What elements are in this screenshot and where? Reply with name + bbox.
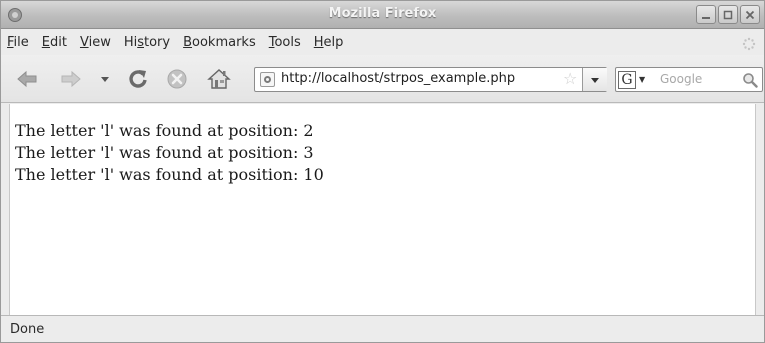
url-dropdown-button[interactable]	[582, 68, 607, 91]
chevron-down-icon	[591, 77, 599, 83]
menu-bookmarks[interactable]: Bookmarks	[183, 33, 256, 52]
minimize-icon	[702, 16, 710, 19]
page-content: The letter 'l' was found at position: 2 …	[9, 104, 756, 315]
back-button[interactable]	[15, 68, 39, 90]
maximize-icon	[723, 10, 733, 19]
url-input[interactable]: http://localhost/strpos_example.php	[281, 71, 515, 86]
forward-button[interactable]	[59, 68, 83, 90]
menu-tools[interactable]: Tools	[269, 33, 301, 52]
search-go-button[interactable]	[742, 72, 758, 92]
menu-edit[interactable]: Edit	[42, 33, 67, 52]
reload-icon	[129, 70, 147, 88]
star-icon[interactable]: ☆	[563, 71, 577, 87]
menu-bar: File Edit View History Bookmarks Tools H…	[1, 30, 764, 55]
reload-button[interactable]	[126, 68, 150, 90]
page-favicon-icon	[260, 72, 275, 87]
browser-window: Mozilla Firefox File Edit View History B…	[0, 0, 765, 343]
history-dropdown-button[interactable]	[98, 68, 112, 90]
google-icon: G	[618, 70, 636, 89]
forward-arrow-icon	[61, 70, 81, 88]
stop-button[interactable]	[165, 68, 189, 90]
title-bar[interactable]: Mozilla Firefox	[1, 1, 764, 29]
stop-icon	[167, 69, 187, 89]
search-engine-button[interactable]: G ▼	[618, 69, 654, 90]
maximize-button[interactable]	[718, 5, 738, 24]
close-button[interactable]	[740, 5, 760, 24]
menu-help[interactable]: Help	[314, 33, 344, 52]
menu-file[interactable]: File	[7, 33, 29, 52]
output-line: The letter 'l' was found at position: 10	[15, 165, 324, 184]
home-icon	[207, 69, 231, 89]
output-line: The letter 'l' was found at position: 2	[15, 121, 314, 140]
close-icon	[745, 10, 755, 19]
navigation-toolbar: http://localhost/strpos_example.php ☆ G …	[1, 55, 764, 103]
status-text: Done	[10, 322, 45, 337]
chevron-down-icon: ▼	[639, 75, 646, 84]
menu-view[interactable]: View	[80, 33, 111, 52]
url-bar[interactable]: http://localhost/strpos_example.php ☆	[254, 67, 607, 92]
search-input[interactable]: Google	[660, 72, 702, 86]
magnifier-icon	[743, 73, 758, 88]
window-controls	[696, 5, 760, 24]
status-bar: Done	[1, 315, 764, 342]
throbber-icon	[742, 36, 756, 51]
output-line: The letter 'l' was found at position: 3	[15, 143, 314, 162]
menu-history[interactable]: History	[124, 33, 170, 52]
search-bar[interactable]: G ▼ Google	[615, 67, 763, 92]
chevron-down-icon	[101, 77, 109, 82]
window-title: Mozilla Firefox	[328, 6, 437, 21]
home-button[interactable]	[207, 68, 231, 90]
back-arrow-icon	[17, 70, 37, 88]
minimize-button[interactable]	[696, 5, 716, 24]
